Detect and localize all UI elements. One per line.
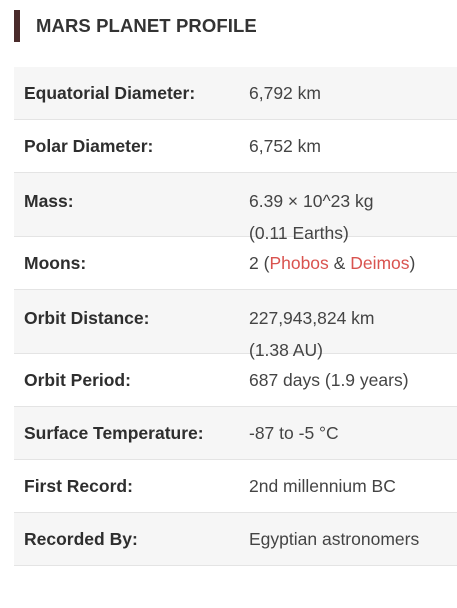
- table-row-orbit-distance: Orbit Distance: 227,943,824 km (1.38 AU): [14, 290, 457, 360]
- row-label: Polar Diameter:: [24, 135, 154, 156]
- row-value: Egyptian astronomers: [249, 529, 420, 549]
- value-suffix: ): [409, 253, 416, 273]
- deimos-link[interactable]: Deimos: [350, 253, 409, 273]
- table-row-surface-temperature: Surface Temperature: -87 to -5 °C: [14, 407, 457, 460]
- row-label: Surface Temperature:: [24, 422, 204, 443]
- row-label: Orbit Period:: [24, 369, 131, 390]
- heading-accent-bar: [14, 10, 20, 42]
- table-row-polar-diameter: Polar Diameter: 6,752 km: [14, 120, 457, 173]
- row-label: First Record:: [24, 475, 133, 496]
- row-label: Recorded By:: [24, 528, 138, 549]
- row-value: 2nd millennium BC: [249, 476, 396, 496]
- value-line: 227,943,824 km: [249, 308, 375, 328]
- value-separator: &: [328, 253, 351, 273]
- row-label: Equatorial Diameter:: [24, 82, 196, 103]
- profile-table: Equatorial Diameter: 6,792 km Polar Diam…: [14, 67, 457, 566]
- table-row-moons: Moons: 2 (Phobos & Deimos): [14, 237, 457, 290]
- row-value: 687 days (1.9 years): [249, 370, 409, 390]
- row-label: Orbit Distance:: [24, 308, 150, 328]
- row-value: -87 to -5 °C: [249, 423, 339, 443]
- row-value: 6,792 km: [249, 83, 321, 103]
- table-row-orbit-period: Orbit Period: 687 days (1.9 years): [14, 354, 457, 407]
- value-prefix: 2 (: [249, 253, 270, 273]
- row-value: 2 (Phobos & Deimos): [249, 252, 415, 274]
- table-row-equatorial-diameter: Equatorial Diameter: 6,792 km: [14, 67, 457, 120]
- table-row-first-record: First Record: 2nd millennium BC: [14, 460, 457, 513]
- value-line: (0.11 Earths): [249, 223, 349, 243]
- phobos-link[interactable]: Phobos: [269, 253, 328, 273]
- value-line: (1.38 AU): [249, 340, 323, 360]
- table-row-recorded-by: Recorded By: Egyptian astronomers: [14, 513, 457, 566]
- row-label: Moons:: [24, 252, 87, 273]
- section-heading: MARS PLANET PROFILE: [14, 10, 257, 42]
- row-value: 227,943,824 km (1.38 AU): [249, 302, 375, 366]
- row-value: 6.39 × 10^23 kg (0.11 Earths): [249, 185, 374, 249]
- row-label: Mass:: [24, 191, 74, 211]
- table-row-mass: Mass: 6.39 × 10^23 kg (0.11 Earths): [14, 173, 457, 243]
- row-value: 6,752 km: [249, 136, 321, 156]
- value-line: 6.39 × 10^23 kg: [249, 191, 374, 211]
- page-title: MARS PLANET PROFILE: [36, 15, 257, 36]
